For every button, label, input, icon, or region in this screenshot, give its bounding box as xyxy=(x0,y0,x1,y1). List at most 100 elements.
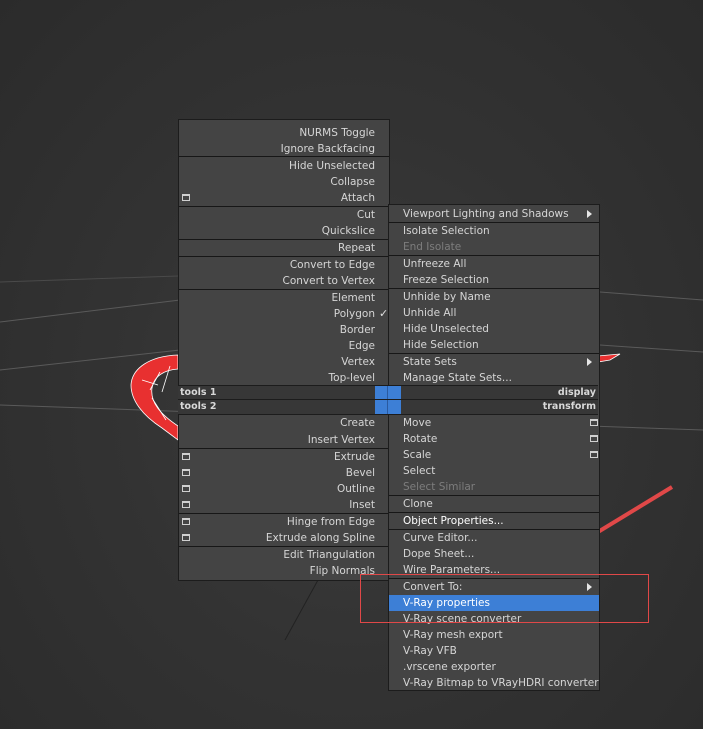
options-box-icon[interactable] xyxy=(182,501,190,508)
menu-item-freeze-selection-label: Freeze Selection xyxy=(403,274,489,286)
menu-item-collapse[interactable]: Collapse xyxy=(179,174,389,190)
menu-separator xyxy=(179,256,389,257)
options-box-icon[interactable] xyxy=(590,451,598,458)
submenu-arrow-icon xyxy=(587,210,592,218)
menu-item-hide-unselected[interactable]: Hide Unselected xyxy=(179,158,389,174)
menu-item-cut-label: Cut xyxy=(356,209,375,221)
options-box-icon[interactable] xyxy=(182,485,190,492)
menu-item-quickslice[interactable]: Quickslice xyxy=(179,223,389,239)
menu-item-scale[interactable]: Scale xyxy=(389,447,599,463)
menu-item-quickslice-label: Quickslice xyxy=(321,225,375,237)
menu-separator xyxy=(179,156,389,157)
menu-separator xyxy=(389,288,599,289)
options-box-icon[interactable] xyxy=(182,518,190,525)
quad-label-display: display xyxy=(557,387,596,398)
menu-item-object-properties-label: Object Properties... xyxy=(403,515,504,527)
menu-item-repeat-label: Repeat xyxy=(338,242,375,254)
menu-item-insert-vertex[interactable]: Insert Vertex xyxy=(179,432,389,448)
checkmark-icon: ✓ xyxy=(379,307,389,320)
menu-item-move[interactable]: Move xyxy=(389,415,599,431)
options-box-icon[interactable] xyxy=(182,194,190,201)
menu-item-hide-unselected-label: Hide Unselected xyxy=(289,160,375,172)
menu-item-vray-bitmap-to-vrayhdri-converter-label: V-Ray Bitmap to VRayHDRI converter xyxy=(403,677,599,689)
menu-item-isolate-selection[interactable]: Isolate Selection xyxy=(389,223,599,239)
menu-item-bevel[interactable]: Bevel xyxy=(179,465,389,481)
menu-item-cut[interactable]: Cut xyxy=(179,207,389,223)
options-box-icon[interactable] xyxy=(182,469,190,476)
menu-item-attach[interactable]: Attach xyxy=(179,190,389,206)
menu-item-unhide-by-name-label: Unhide by Name xyxy=(403,291,491,303)
menu-separator xyxy=(389,529,599,530)
menu-item-select[interactable]: Select xyxy=(389,463,599,479)
menu-item-hinge-from-edge[interactable]: Hinge from Edge xyxy=(179,514,389,530)
menu-item-hide-selection[interactable]: Hide Selection xyxy=(389,337,599,353)
menu-item-move-label: Move xyxy=(403,417,432,429)
menu-item-repeat[interactable]: Repeat xyxy=(179,240,389,256)
menu-separator xyxy=(389,255,599,256)
menu-item-attach-label: Attach xyxy=(340,192,375,204)
menu-item-vertex-label: Vertex xyxy=(341,356,375,368)
menu-item-state-sets[interactable]: State Sets xyxy=(389,354,599,370)
menu-item-ignore-backfacing-label: Ignore Backfacing xyxy=(280,143,375,155)
menu-item-edge[interactable]: Edge xyxy=(179,338,389,354)
menu-item-vray-mesh-export[interactable]: V-Ray mesh export xyxy=(389,627,599,643)
menu-item-unfreeze-all[interactable]: Unfreeze All xyxy=(389,256,599,272)
menu-item-hinge-from-edge-label: Hinge from Edge xyxy=(286,516,375,528)
menu-item-freeze-selection[interactable]: Freeze Selection xyxy=(389,272,599,288)
menu-item-vray-bitmap-to-vrayhdri-converter[interactable]: V-Ray Bitmap to VRayHDRI converter xyxy=(389,675,599,691)
menu-item-inset[interactable]: Inset xyxy=(179,497,389,513)
menu-item-unhide-by-name[interactable]: Unhide by Name xyxy=(389,289,599,305)
menu-item-manage-state-sets[interactable]: Manage State Sets... xyxy=(389,370,599,386)
menu-item-unhide-all-label: Unhide All xyxy=(403,307,457,319)
menu-item-hide-unselected[interactable]: Hide Unselected xyxy=(389,321,599,337)
menu-item-vertex[interactable]: Vertex xyxy=(179,354,389,370)
menu-item-extrude-along-spline[interactable]: Extrude along Spline xyxy=(179,530,389,546)
menu-item-hide-selection-label: Hide Selection xyxy=(403,339,479,351)
menu-item-clone-label: Clone xyxy=(403,498,433,510)
menu-item-clone[interactable]: Clone xyxy=(389,496,599,512)
menu-item-extrude[interactable]: Extrude xyxy=(179,449,389,465)
options-box-icon[interactable] xyxy=(590,419,598,426)
options-box-icon[interactable] xyxy=(182,534,190,541)
quad-center-block xyxy=(375,400,401,414)
menu-item-bevel-label: Bevel xyxy=(345,467,375,479)
menu-item-unhide-all[interactable]: Unhide All xyxy=(389,305,599,321)
menu-item-nurms-toggle[interactable]: NURMS Toggle xyxy=(179,125,389,141)
options-box-icon[interactable] xyxy=(182,453,190,460)
menu-item-unfreeze-all-label: Unfreeze All xyxy=(403,258,467,270)
menu-item-select-similar: Select Similar xyxy=(389,479,599,495)
menu-item-edge-label: Edge xyxy=(348,340,375,352)
quad-center-divider xyxy=(387,386,388,400)
menu-item-vrscene-exporter[interactable]: .vrscene exporter xyxy=(389,659,599,675)
menu-item-outline[interactable]: Outline xyxy=(179,481,389,497)
menu-item-element[interactable]: Element xyxy=(179,290,389,306)
menu-item-border[interactable]: Border xyxy=(179,322,389,338)
menu-item-flip-normals[interactable]: Flip Normals xyxy=(179,563,389,579)
quad-label-transform: transform xyxy=(542,401,596,412)
quad-bar-tools2-transform[interactable]: tools 2 transform xyxy=(178,399,598,415)
options-box-icon[interactable] xyxy=(590,435,598,442)
menu-item-ignore-backfacing[interactable]: Ignore Backfacing xyxy=(179,141,389,157)
menu-item-scale-label: Scale xyxy=(403,449,432,461)
menu-item-edit-triangulation[interactable]: Edit Triangulation xyxy=(179,547,389,563)
menu-item-curve-editor[interactable]: Curve Editor... xyxy=(389,530,599,546)
menu-item-end-isolate-label: End Isolate xyxy=(403,241,462,253)
menu-item-convert-to-vertex-label: Convert to Vertex xyxy=(282,275,376,287)
menu-item-dope-sheet[interactable]: Dope Sheet... xyxy=(389,546,599,562)
menu-item-convert-to-edge-label: Convert to Edge xyxy=(289,259,375,271)
menu-item-object-properties[interactable]: Object Properties... xyxy=(389,513,599,529)
menu-item-select-similar-label: Select Similar xyxy=(403,481,476,493)
menu-item-dope-sheet-label: Dope Sheet... xyxy=(403,548,475,560)
menu-item-vray-vfb-label: V-Ray VFB xyxy=(403,645,457,657)
menu-item-top-level[interactable]: Top-level xyxy=(179,370,389,386)
menu-item-polygon[interactable]: Polygon ✓ xyxy=(179,306,389,322)
menu-separator xyxy=(389,495,599,496)
menu-separator xyxy=(179,239,389,240)
menu-item-rotate[interactable]: Rotate xyxy=(389,431,599,447)
menu-item-create[interactable]: Create xyxy=(179,415,389,431)
menu-item-vray-vfb[interactable]: V-Ray VFB xyxy=(389,643,599,659)
menu-item-convert-to-vertex[interactable]: Convert to Vertex xyxy=(179,273,389,289)
menu-item-convert-to-edge[interactable]: Convert to Edge xyxy=(179,257,389,273)
menu-separator xyxy=(179,289,389,290)
menu-item-viewport-lighting-shadows[interactable]: Viewport Lighting and Shadows xyxy=(389,206,599,222)
